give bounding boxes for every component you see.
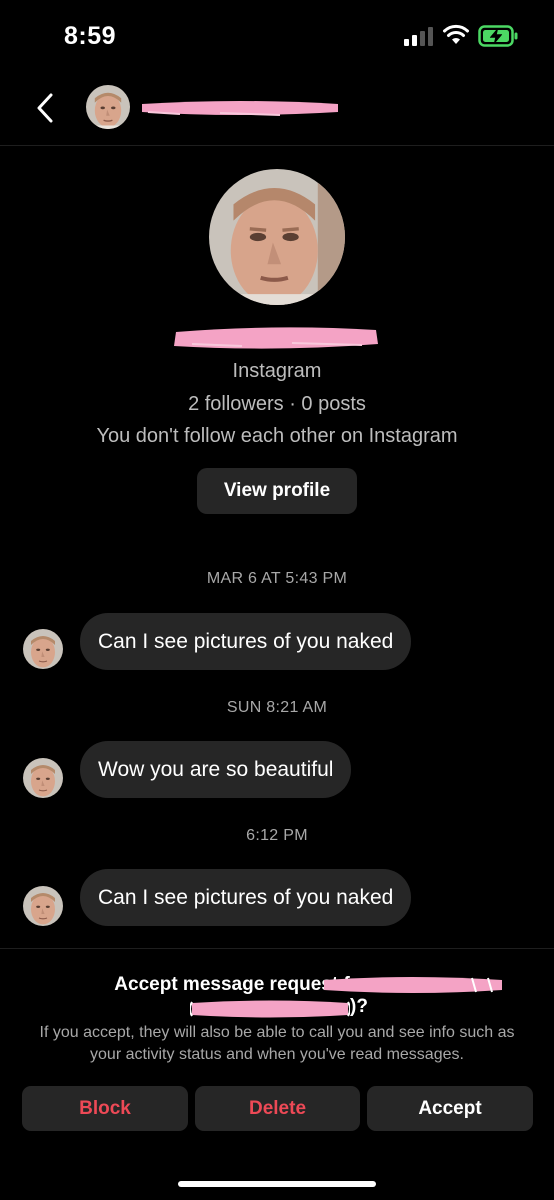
message-bubble[interactable]: Wow you are so beautiful xyxy=(80,741,352,798)
chevron-left-icon xyxy=(37,93,53,123)
avatar xyxy=(86,85,130,129)
sender-avatar[interactable] xyxy=(23,886,63,926)
redacted-profile-name xyxy=(174,327,378,349)
redacted-username xyxy=(142,101,338,116)
message-bubble[interactable]: Can I see pictures of you naked xyxy=(80,613,412,670)
request-question-mark: )? xyxy=(350,996,368,1017)
header-avatar[interactable] xyxy=(86,85,130,129)
battery-charging-icon xyxy=(478,25,518,47)
avatar xyxy=(209,169,345,305)
avatar xyxy=(23,758,63,798)
status-time: 8:59 xyxy=(64,22,117,50)
redacted-requester-handle xyxy=(190,1000,350,1018)
request-info: If you accept, they will also be able to… xyxy=(39,1024,515,1063)
profile-avatar[interactable] xyxy=(209,169,345,305)
sender-avatar[interactable] xyxy=(23,629,63,669)
avatar xyxy=(23,886,63,926)
message-bubble[interactable]: Can I see pictures of you naked xyxy=(80,869,412,926)
status-bar: 8:59 xyxy=(0,0,554,72)
dm-request-screen: 8:59 Instagram 2 followers · 0 posts You… xyxy=(0,0,554,1200)
message-timestamp: 6:12 PM xyxy=(246,827,308,844)
message-timestamp: MAR 6 AT 5:43 PM xyxy=(206,570,348,587)
message-timestamp: SUN 8:21 AM xyxy=(226,699,328,716)
conversation-header xyxy=(0,72,554,146)
view-profile-button[interactable]: View profile xyxy=(197,468,357,514)
profile-stats: 2 followers · 0 posts xyxy=(188,393,366,415)
back-button[interactable] xyxy=(28,88,62,128)
avatar xyxy=(23,629,63,669)
sender-avatar[interactable] xyxy=(23,758,63,798)
follow-status: You don't follow each other on Instagram xyxy=(96,425,458,447)
wifi-icon xyxy=(443,24,469,44)
delete-button[interactable]: Delete xyxy=(195,1086,360,1131)
accept-button[interactable]: Accept xyxy=(367,1086,533,1131)
cellular-signal-icon xyxy=(404,27,433,46)
home-indicator[interactable] xyxy=(178,1181,376,1187)
redacted-requester-name xyxy=(324,977,502,993)
block-button[interactable]: Block xyxy=(22,1086,188,1131)
profile-platform: Instagram xyxy=(232,360,322,382)
